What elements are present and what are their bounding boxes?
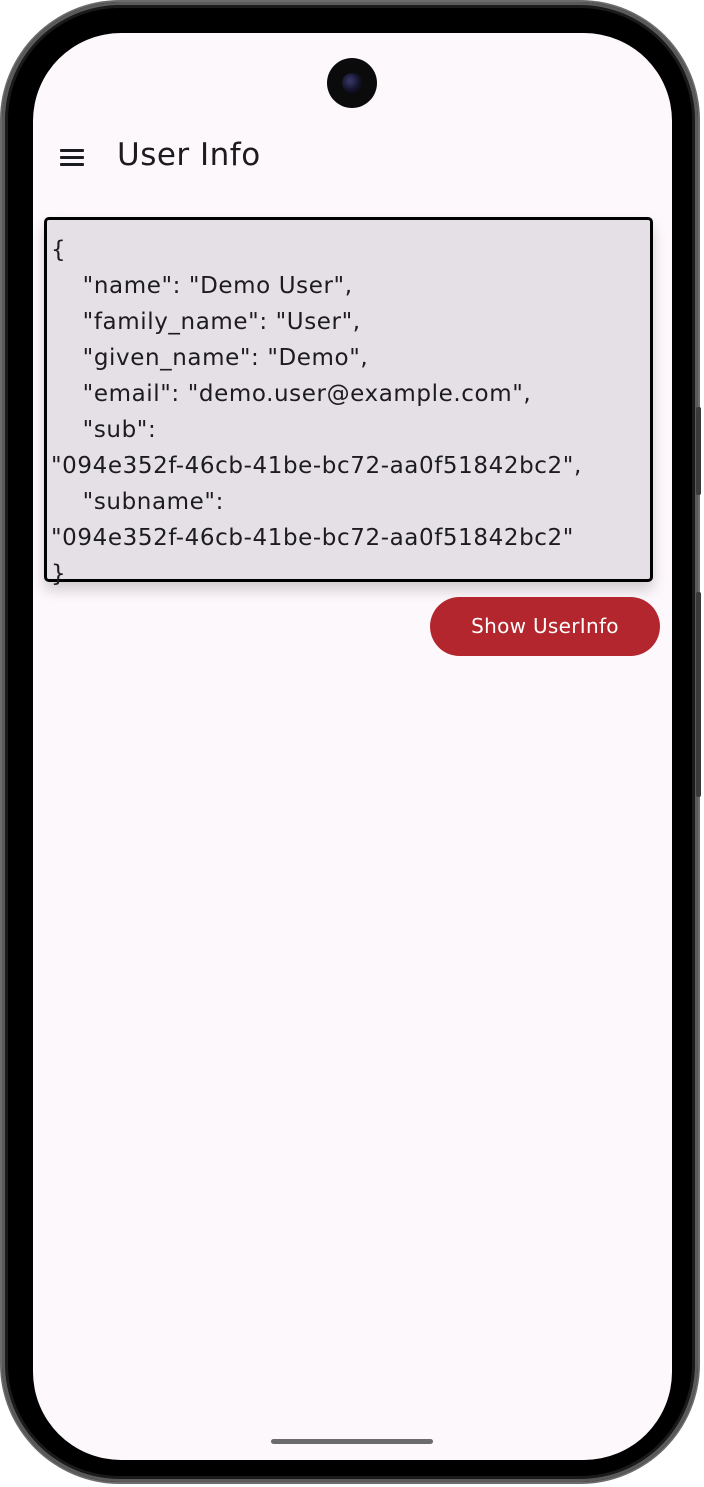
json-line: "094e352f-46cb-41be-bc72-aa0f51842bc2" <box>51 525 574 551</box>
hamburger-menu-icon[interactable] <box>57 144 87 172</box>
home-indicator[interactable] <box>271 1439 433 1444</box>
json-line: "sub": <box>51 417 157 443</box>
front-camera <box>327 58 377 108</box>
screen: User Info { "name": "Demo User", "family… <box>33 33 672 1460</box>
phone-frame: User Info { "name": "Demo User", "family… <box>2 2 701 1482</box>
json-line: { <box>51 237 67 263</box>
app-bar: User Info <box>33 128 672 188</box>
volume-button <box>696 592 701 797</box>
json-line: "subname": <box>51 489 224 515</box>
page-title: User Info <box>117 137 261 173</box>
json-line: "email": "demo.user@example.com", <box>51 381 532 407</box>
json-line: "family_name": "User", <box>51 309 361 335</box>
userinfo-json-output: { "name": "Demo User", "family_name": "U… <box>44 217 653 587</box>
json-line: "given_name": "Demo", <box>51 345 369 371</box>
power-button <box>696 407 701 495</box>
json-line: "name": "Demo User", <box>51 273 353 299</box>
json-line: "094e352f-46cb-41be-bc72-aa0f51842bc2", <box>51 453 582 479</box>
json-line: } <box>51 561 67 587</box>
show-userinfo-button[interactable]: Show UserInfo <box>430 597 660 656</box>
